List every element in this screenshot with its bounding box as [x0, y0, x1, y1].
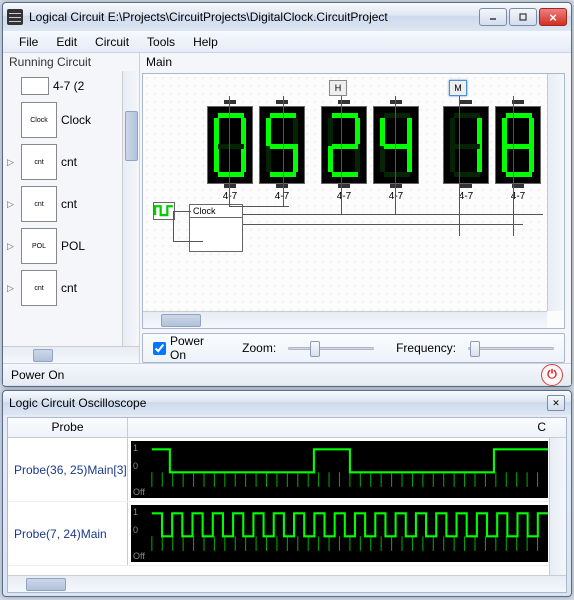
canvas-header: Main [140, 53, 571, 71]
tree-item[interactable]: ▷POLPOL [7, 225, 139, 267]
frequency-label: Frequency: [396, 341, 456, 355]
power-on-checkbox[interactable]: Power On [153, 334, 220, 362]
slider-thumb[interactable] [470, 341, 480, 357]
menu-file[interactable]: File [11, 33, 46, 51]
chip-icon: cnt [21, 270, 57, 306]
seven-seg-display[interactable]: 4-7 [207, 100, 253, 202]
chip-icon: Clock [21, 102, 57, 138]
tree-item[interactable]: ▷cntcnt [7, 267, 139, 309]
tree-item[interactable]: ▷cntcnt [7, 141, 139, 183]
chip-icon: cnt [21, 186, 57, 222]
titlebar[interactable]: Logical Circuit E:\Projects\CircuitProje… [3, 3, 571, 31]
probe-name[interactable]: Probe(7, 24)Main [8, 502, 128, 565]
maximize-button[interactable] [509, 8, 537, 26]
seven-seg-display[interactable]: 4-7 [443, 100, 489, 202]
label-chip-M[interactable]: M [449, 80, 467, 96]
col-probe[interactable]: Probe [8, 418, 128, 437]
power-button[interactable]: ⏻ [541, 364, 563, 386]
oscilloscope-header: Probe C [8, 418, 566, 438]
app-icon [7, 9, 23, 25]
clock-chip[interactable]: Clock [189, 204, 243, 252]
close-button[interactable]: × [539, 8, 567, 26]
tree-item[interactable]: 4-7 (2 [7, 73, 139, 99]
minimize-button[interactable] [479, 8, 507, 26]
power-on-input[interactable] [153, 342, 166, 355]
seven-seg-display[interactable]: 4-7 [495, 100, 541, 202]
status-text: Power On [11, 368, 64, 382]
circuit-tree-pane: Running Circuit 4-7 (2 ClockClock ▷cntcn… [3, 53, 140, 363]
scrollbar-thumb[interactable] [33, 349, 53, 362]
canvas-hscrollbar[interactable] [143, 311, 547, 328]
menubar: File Edit Circuit Tools Help [3, 31, 571, 53]
main-window: Logical Circuit E:\Projects\CircuitProje… [2, 2, 572, 387]
seven-seg-display[interactable]: 4-7 [259, 100, 305, 202]
scrollbar-thumb[interactable] [26, 578, 66, 591]
seg-label: 4-7 [337, 191, 351, 202]
probe-row: Probe(36, 25)Main[3] 1 0 Off [8, 438, 566, 502]
canvas-vscrollbar[interactable] [547, 74, 564, 311]
probe-name[interactable]: Probe(36, 25)Main[3] [8, 438, 128, 501]
tree-vscrollbar[interactable] [122, 71, 139, 346]
tree-header: Running Circuit [3, 53, 139, 71]
oscilloscope-hscrollbar[interactable] [8, 575, 566, 592]
seg-label: 4-7 [459, 191, 473, 202]
probe-row: Probe(7, 24)Main 1 0 Off [8, 502, 566, 566]
statusbar: Power On ⏻ [3, 363, 571, 385]
seven-seg-display[interactable]: 4-7 [321, 100, 367, 202]
circuit-canvas[interactable]: H M Clock 4-7 4-7 4-7 4-7 4-7 4-7 [143, 74, 547, 311]
frequency-slider[interactable] [468, 339, 554, 357]
scrollbar-thumb[interactable] [125, 111, 138, 161]
clock-source-icon[interactable] [153, 202, 175, 220]
chip-icon: cnt [21, 144, 57, 180]
tree-hscrollbar[interactable] [3, 346, 139, 363]
oscilloscope-rows: Probe(36, 25)Main[3] 1 0 Off Probe(7, 24… [8, 438, 566, 575]
menu-edit[interactable]: Edit [48, 33, 85, 51]
tree-item[interactable]: ClockClock [7, 99, 139, 141]
scope-display: 1 0 Off [131, 441, 548, 498]
window-title: Logical Circuit E:\Projects\CircuitProje… [29, 10, 479, 24]
chip-icon: POL [21, 228, 57, 264]
canvas-pane: Main H M Clock 4-7 4-7 4-7 4-7 4-7 4-7 [140, 53, 571, 363]
menu-help[interactable]: Help [185, 33, 226, 51]
menu-tools[interactable]: Tools [139, 33, 183, 51]
oscilloscope-title: Logic Circuit Oscilloscope [9, 396, 547, 410]
oscilloscope-titlebar[interactable]: Logic Circuit Oscilloscope ✕ [3, 391, 571, 415]
oscilloscope-close-button[interactable]: ✕ [547, 395, 565, 411]
menu-circuit[interactable]: Circuit [87, 33, 137, 51]
zoom-slider[interactable] [288, 339, 374, 357]
seven-seg-display[interactable]: 4-7 [373, 100, 419, 202]
slider-thumb[interactable] [310, 341, 320, 357]
oscilloscope-window: Logic Circuit Oscilloscope ✕ Probe C Pro… [2, 390, 572, 597]
seg-label: 4-7 [275, 191, 289, 202]
zoom-label: Zoom: [242, 341, 276, 355]
chip-icon [21, 77, 49, 95]
label-chip-H[interactable]: H [329, 80, 347, 96]
tree-item[interactable]: ▷cntcnt [7, 183, 139, 225]
scrollbar-thumb[interactable] [161, 314, 201, 327]
control-bar: Power On Zoom: Frequency: [142, 333, 565, 363]
col-c[interactable]: C [128, 418, 566, 437]
scope-display: 1 0 Off [131, 505, 548, 562]
oscilloscope-vscrollbar[interactable] [549, 438, 566, 575]
tree-body[interactable]: 4-7 (2 ClockClock ▷cntcnt ▷cntcnt ▷POLPO… [3, 71, 139, 346]
